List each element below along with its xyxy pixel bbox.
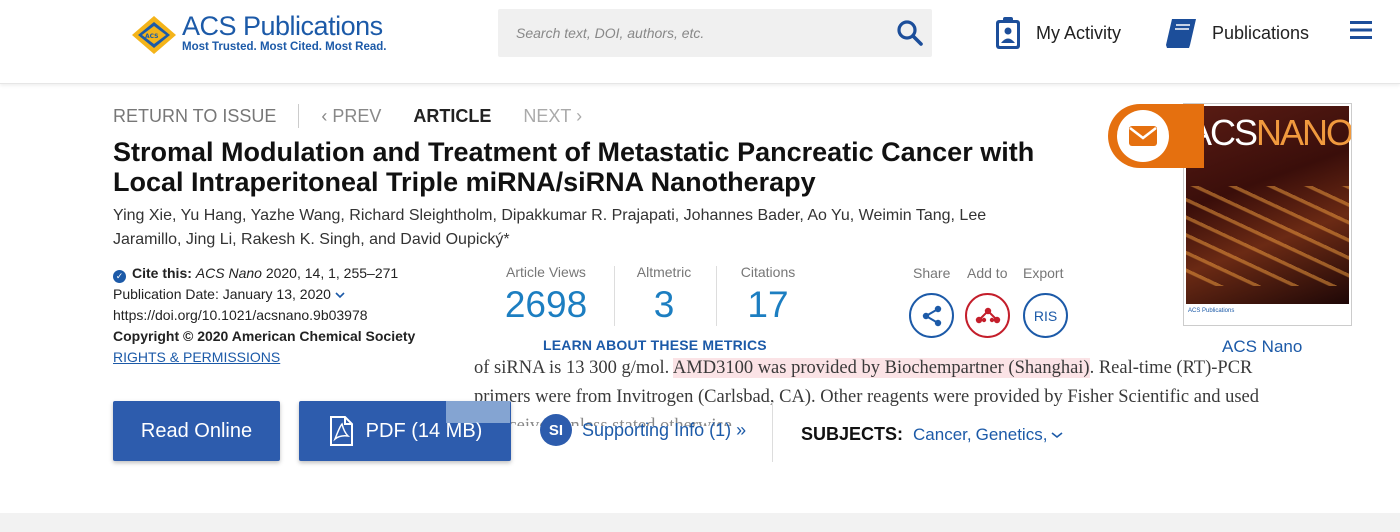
mendeley-icon (975, 307, 1000, 323)
copyright-text: Copyright © 2020 American Chemical Socie… (113, 328, 416, 344)
supporting-info-link[interactable]: SI Supporting Info (1) » (540, 414, 746, 446)
metric-citations[interactable]: Citations 17 (734, 264, 802, 326)
export-label: Export (1023, 265, 1064, 281)
logo-title: ACS Publications (182, 11, 383, 41)
cover-publisher: ACS Publications (1188, 308, 1235, 314)
subjects-row: SUBJECTS: Cancer, Genetics, (801, 424, 1063, 445)
cite-label: Cite this: (132, 265, 192, 281)
cover-title: ACSNANO (1188, 112, 1352, 153)
my-activity-link[interactable]: My Activity (994, 14, 1121, 52)
logo-tagline: Most Trusted. Most Cited. Most Read. (182, 41, 387, 53)
citations-label: Citations (740, 264, 796, 280)
acs-logo-mark-icon: ACS (132, 16, 176, 54)
svg-text:ACS: ACS (145, 33, 158, 40)
altmetric-value: 3 (653, 284, 675, 325)
prev-article-link[interactable]: ‹ PREV (321, 106, 381, 127)
check-badge-icon: ✓ (113, 270, 126, 283)
metric-views: Article Views 2698 (500, 264, 592, 326)
search-icon[interactable] (896, 19, 924, 47)
current-article-label: ARTICLE (413, 105, 492, 126)
altmetric-label: Altmetric (636, 264, 692, 280)
footer-band (0, 513, 1400, 532)
email-alert-button[interactable] (1117, 110, 1169, 162)
views-label: Article Views (506, 264, 586, 280)
search-input[interactable] (498, 9, 878, 57)
share-button[interactable] (909, 293, 954, 338)
share-label: Share (913, 265, 951, 281)
citation-block: ✓ Cite this: ACS Nano 2020, 14, 1, 255–27… (113, 263, 473, 368)
metric-divider (716, 266, 717, 326)
publication-date-row[interactable]: Publication Date: January 13, 2020 (113, 284, 473, 305)
cite-ref: 2020, 14, 1, 255–271 (265, 265, 399, 281)
search-bar (498, 9, 932, 57)
ris-label: RIS (1033, 307, 1058, 324)
book-icon (1166, 19, 1196, 48)
chevron-down-icon[interactable] (1051, 431, 1063, 439)
mail-icon (1129, 126, 1157, 146)
excerpt-line2: primers were from Invitrogen (Carlsbad, … (474, 387, 1259, 407)
actions-divider (772, 402, 773, 462)
excerpt-highlight: AMD3100 was provided by Biochempartner (… (672, 358, 1090, 378)
article-title: Stromal Modulation and Treatment of Meta… (113, 137, 1035, 197)
export-ris-button[interactable]: RIS (1023, 293, 1068, 338)
read-online-button[interactable]: Read Online (113, 401, 280, 461)
nav-divider (298, 104, 300, 128)
cover-artwork (1186, 186, 1349, 286)
add-to-mendeley-button[interactable] (965, 293, 1010, 338)
excerpt-line1-post: . Real-time (RT)-PCR (1089, 358, 1253, 378)
publication-date: Publication Date: January 13, 2020 (113, 286, 331, 302)
acs-logo[interactable]: ACS ACS Publications Most Trusted. Most … (130, 10, 400, 60)
publications-label: Publications (1212, 22, 1310, 43)
cite-this-row[interactable]: ✓ Cite this: ACS Nano 2020, 14, 1, 255–27… (113, 263, 473, 284)
excerpt-line1-pre: of siRNA is 13 300 g/mol. (474, 358, 673, 378)
selection-overlay (446, 401, 510, 423)
share-icon (922, 305, 941, 326)
metric-divider (614, 266, 615, 326)
publications-link[interactable]: Publications (1164, 14, 1309, 52)
my-activity-label: My Activity (1036, 22, 1122, 43)
next-article-link[interactable]: NEXT › (523, 106, 582, 127)
subjects-label: SUBJECTS: (801, 424, 904, 444)
citations-value: 17 (747, 284, 789, 325)
add-to-label: Add to (967, 265, 1008, 281)
metric-altmetric[interactable]: Altmetric 3 (628, 264, 700, 326)
site-header: ACS ACS Publications Most Trusted. Most … (0, 0, 1400, 84)
read-online-label: Read Online (140, 419, 253, 442)
journal-cover[interactable]: ACSNANO ACS Publications (1183, 103, 1352, 326)
article-metrics: Article Views 2698 Altmetric 3 Citations… (488, 264, 808, 339)
rights-permissions-link[interactable]: RIGHTS & PERMISSIONS (113, 347, 473, 368)
cite-journal: ACS Nano (195, 265, 262, 281)
subject-genetics-link[interactable]: Genetics, (976, 425, 1048, 445)
article-authors[interactable]: Ying Xie, Yu Hang, Yazhe Wang, Richard S… (113, 204, 1013, 252)
chevron-down-icon (335, 292, 345, 299)
article-nav: RETURN TO ISSUE ‹ PREV ARTICLE NEXT › (113, 104, 582, 128)
hamburger-icon[interactable] (1350, 20, 1372, 40)
si-badge-icon: SI (540, 414, 572, 446)
doi-link[interactable]: https://doi.org/10.1021/acsnano.9b03978 (113, 305, 473, 326)
views-value: 2698 (504, 284, 588, 325)
subject-cancer-link[interactable]: Cancer, (913, 425, 972, 445)
learn-metrics-link[interactable]: LEARN ABOUT THESE METRICS (543, 337, 767, 353)
clipboard-user-icon (996, 17, 1020, 49)
pdf-icon (329, 416, 353, 446)
return-to-issue-link[interactable]: RETURN TO ISSUE (113, 106, 276, 127)
supporting-info-label: Supporting Info (1) » (582, 419, 747, 440)
